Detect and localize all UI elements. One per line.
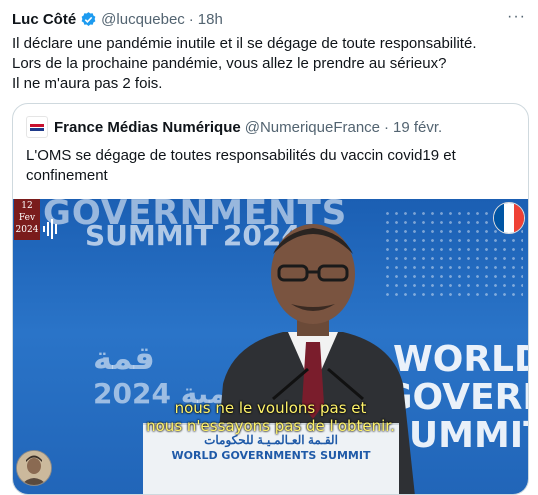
date-badge: 12 Fev 2024 xyxy=(14,199,40,240)
quoted-author-handle[interactable]: @NumeriqueFrance xyxy=(245,119,380,136)
video-player[interactable]: GOVERNMENTS SUMMIT 2024 قمة 2024 العالمي… xyxy=(13,199,528,494)
quoted-author-name[interactable]: France Médias Numérique xyxy=(54,119,241,136)
separator-dot: · xyxy=(384,118,390,136)
podium-arabic-label: القـمة العـالمـيـة للحكومات xyxy=(204,433,338,447)
avatar-image xyxy=(17,451,51,485)
subtitle-line: nous n'essayons pas de l'obtenir. xyxy=(146,417,395,435)
flag-stripe xyxy=(504,203,514,233)
france-flag-icon xyxy=(493,202,525,234)
separator-dot: · xyxy=(188,10,194,28)
tweet-header: Luc Côté @lucquebec · 18h ··· xyxy=(12,8,526,30)
author-name[interactable]: Luc Côté xyxy=(12,11,76,28)
date-year: 2024 xyxy=(15,225,39,235)
date-month: Fev xyxy=(18,213,36,223)
tweet[interactable]: Luc Côté @lucquebec · 18h ··· Il déclare… xyxy=(0,0,538,495)
quoted-tweet-header: France Médias Numérique @NumeriqueFrance… xyxy=(26,116,442,138)
backdrop-text: قمة xyxy=(93,339,155,377)
avatar-logo-stripe xyxy=(30,127,44,131)
viewer-avatar[interactable] xyxy=(16,450,52,486)
tweet-timestamp[interactable]: 18h xyxy=(198,11,223,28)
quoted-tweet[interactable]: France Médias Numérique @NumeriqueFrance… xyxy=(12,103,529,495)
quoted-tweet-timestamp[interactable]: 19 févr. xyxy=(393,119,442,136)
author-handle[interactable]: @lucquebec xyxy=(101,11,185,28)
tweet-text-line: Il ne m'aura pas 2 fois. xyxy=(12,75,163,92)
quoted-author-avatar[interactable] xyxy=(26,116,48,138)
quoted-tweet-text: L'OMS se dégage de toutes responsabilité… xyxy=(26,147,456,184)
tweet-text: Il déclare une pandémie inutile et il se… xyxy=(12,34,522,94)
avatar-logo-stripe xyxy=(30,123,44,127)
more-options-icon[interactable]: ··· xyxy=(507,8,526,26)
tweet-text-line: Lors de la prochaine pandémie, vous alle… xyxy=(12,55,447,72)
verified-badge-icon xyxy=(80,11,97,28)
audio-wave-icon xyxy=(43,219,57,239)
subtitle-line: nous ne le voulons pas et xyxy=(174,399,367,417)
podium-english-label: WORLD GOVERNMENTS SUMMIT xyxy=(171,449,371,462)
date-day: 12 xyxy=(21,201,33,211)
tweet-text-line: Il déclare une pandémie inutile et il se… xyxy=(12,35,477,52)
